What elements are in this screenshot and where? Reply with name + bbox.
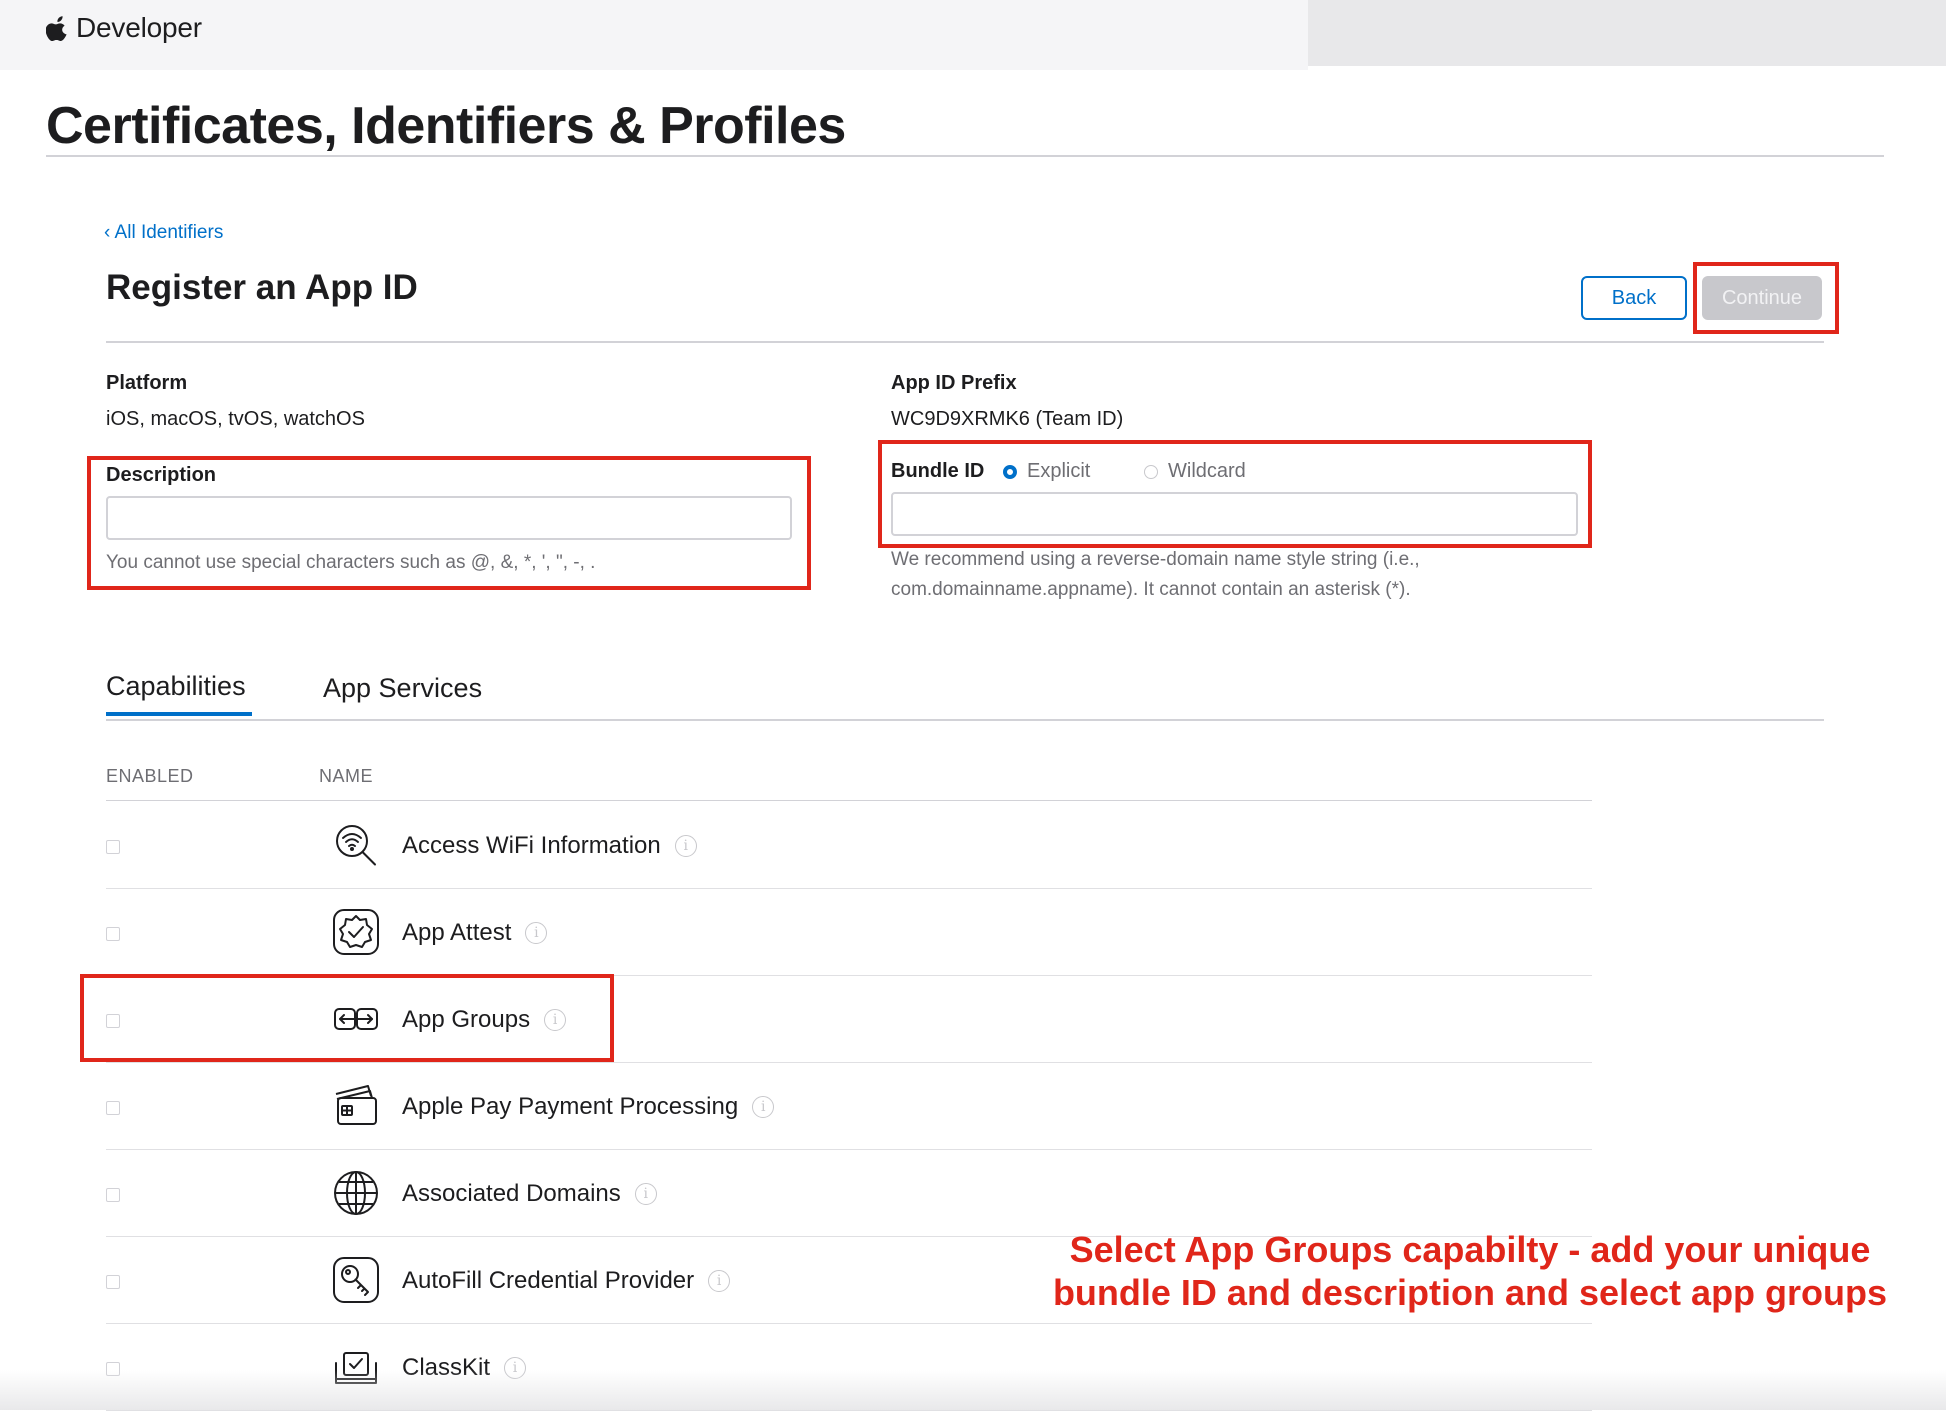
brand-text: Developer (76, 12, 202, 43)
capability-name: Apple Pay Payment Processing (402, 1093, 739, 1120)
bottom-fade (0, 1370, 1946, 1410)
capability-name: App Attest (402, 919, 512, 946)
bundle-id-help-line-1: We recommend using a reverse-domain name… (891, 549, 1420, 570)
continue-highlight-box (1693, 262, 1839, 334)
table-row: App Attest i (106, 889, 1592, 976)
key-icon (332, 1256, 380, 1304)
title-divider (46, 155, 1884, 157)
column-header-name: NAME (319, 766, 374, 786)
instruction-annotation: Select App Groups capabilty - add your u… (1030, 1228, 1910, 1314)
table-row: Access WiFi Information i (106, 802, 1592, 889)
app-id-prefix-value: WC9D9XRMK6 (Team ID) (891, 408, 1124, 430)
developer-brand-link[interactable]: Developer (46, 12, 202, 44)
enable-checkbox[interactable] (106, 1188, 120, 1202)
info-icon[interactable]: i (674, 835, 697, 857)
tab-capabilities[interactable]: Capabilities (106, 671, 246, 702)
all-identifiers-link[interactable]: ‹ All Identifiers (104, 222, 223, 244)
capability-name: Associated Domains (402, 1180, 621, 1207)
capability-name: Access WiFi Information (402, 832, 661, 859)
info-icon[interactable]: i (525, 922, 548, 944)
annotation-line-1: Select App Groups capabilty - add your u… (1069, 1229, 1871, 1270)
enable-checkbox[interactable] (106, 1101, 120, 1115)
section-title: Register an App ID (106, 268, 418, 307)
section-divider (106, 341, 1824, 343)
bundle-id-help-line-2: com.domainname.appname). It cannot conta… (891, 579, 1411, 600)
tab-app-services[interactable]: App Services (323, 673, 482, 704)
enable-checkbox[interactable] (106, 840, 120, 854)
bundle-id-highlight-box (878, 440, 1592, 548)
active-tab-indicator (106, 712, 252, 716)
tabs-divider (106, 719, 1824, 721)
capability-name: AutoFill Credential Provider (402, 1267, 695, 1294)
wifi-search-icon (332, 821, 380, 869)
platform-label: Platform (106, 372, 188, 394)
info-icon[interactable]: i (708, 1270, 731, 1292)
table-row: Associated Domains i (106, 1150, 1592, 1237)
apple-logo-icon (46, 14, 70, 42)
description-highlight-box (87, 456, 811, 590)
top-nav-right-area (1308, 0, 1946, 66)
enable-checkbox[interactable] (106, 1275, 120, 1289)
app-id-prefix-label: App ID Prefix (891, 372, 1017, 394)
enable-checkbox[interactable] (106, 927, 120, 941)
checkmark-badge-icon (332, 908, 380, 956)
payment-cards-icon (332, 1082, 380, 1130)
page-title: Certificates, Identifiers & Profiles (46, 97, 846, 155)
annotation-line-2: bundle ID and description and select app… (1052, 1272, 1888, 1313)
back-button[interactable]: Back (1581, 276, 1687, 320)
info-icon[interactable]: i (752, 1096, 775, 1118)
table-header-divider (106, 800, 1592, 801)
table-row: Apple Pay Payment Processing i (106, 1063, 1592, 1150)
globe-icon (332, 1169, 380, 1217)
info-icon[interactable]: i (634, 1183, 657, 1205)
platform-value: iOS, macOS, tvOS, watchOS (106, 408, 365, 430)
column-header-enabled: ENABLED (106, 766, 194, 786)
app-groups-highlight-box (80, 974, 614, 1062)
